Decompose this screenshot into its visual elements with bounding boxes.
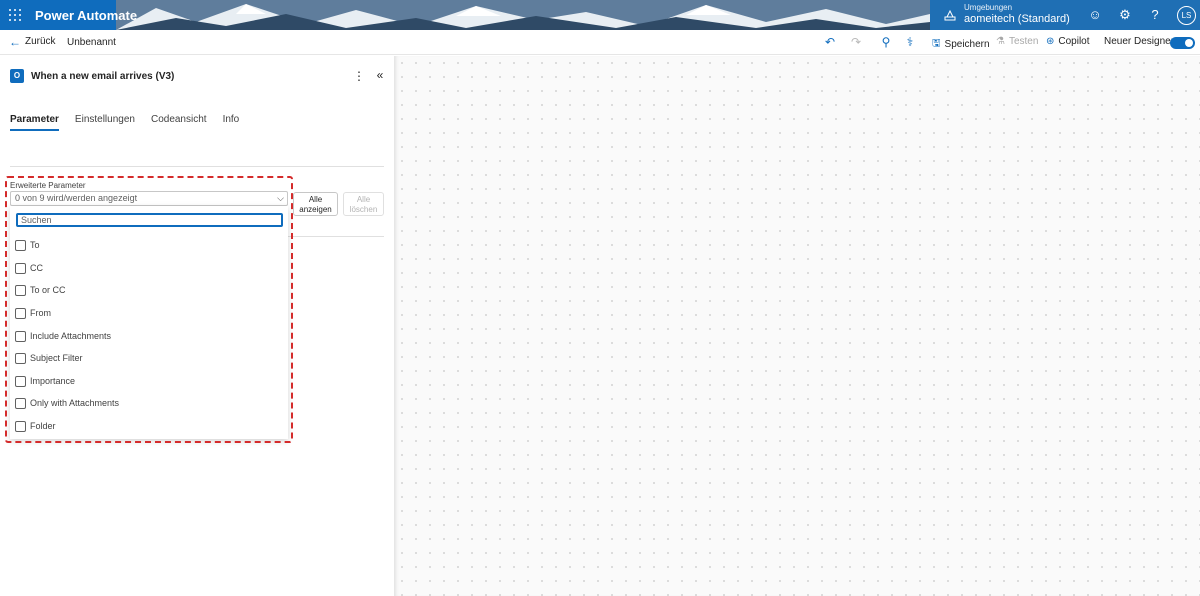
annotation-highlight-box xyxy=(5,176,293,443)
tab-codeansicht[interactable]: Codeansicht xyxy=(151,114,207,131)
test-button[interactable]: ⚗ Testen xyxy=(996,36,1038,47)
stethoscope-icon[interactable]: ⚕ xyxy=(903,35,917,49)
back-label: Zurück xyxy=(25,36,56,47)
clear-all-button[interactable]: Alle löschen xyxy=(343,192,384,216)
collapse-panel-icon[interactable]: « xyxy=(374,69,386,81)
tab-parameter[interactable]: Parameter xyxy=(10,114,59,131)
app-header: Power Automate Umgebungen aomeitech (Sta… xyxy=(0,0,1200,30)
app-launcher-icon[interactable] xyxy=(9,9,21,21)
flow-checker-icon[interactable]: ⚲ xyxy=(879,35,893,49)
tab-info[interactable]: Info xyxy=(223,114,240,131)
show-all-button[interactable]: Alle anzeigen xyxy=(293,192,338,216)
feedback-icon[interactable]: ☺ xyxy=(1088,8,1102,22)
copilot-icon: ⊛ xyxy=(1046,36,1055,47)
new-designer-label: Neuer Designer xyxy=(1104,36,1175,47)
clear-all-label-line2: löschen xyxy=(349,205,378,214)
show-all-label-line1: Alle xyxy=(308,195,323,204)
panel-tabs: Parameter Einstellungen Codeansicht Info xyxy=(10,114,255,131)
clear-all-label-line1: Alle xyxy=(356,195,371,204)
more-options-icon[interactable]: ⋮ xyxy=(353,70,365,82)
help-icon[interactable]: ? xyxy=(1148,8,1162,22)
environment-icon xyxy=(944,9,956,21)
copilot-label: Copilot xyxy=(1058,36,1090,47)
save-icon: 🖫 xyxy=(932,38,941,49)
save-button[interactable]: 🖫 Speichern xyxy=(932,36,990,53)
trigger-panel: O When a new email arrives (V3) ⋮ « Para… xyxy=(0,56,394,596)
divider xyxy=(10,166,384,167)
header-banner-image xyxy=(116,0,930,30)
avatar[interactable]: LS xyxy=(1177,6,1196,25)
back-button[interactable]: ← Zurück xyxy=(9,34,56,49)
brand-title[interactable]: Power Automate xyxy=(35,8,137,23)
environment-label: Umgebungen xyxy=(964,3,1013,12)
undo-icon[interactable]: ↶ xyxy=(823,35,837,49)
trigger-title[interactable]: When a new email arrives (V3) xyxy=(31,71,174,82)
flow-name[interactable]: Unbenannt xyxy=(67,37,116,48)
tab-einstellungen[interactable]: Einstellungen xyxy=(75,114,135,131)
copilot-button[interactable]: ⊛ Copilot xyxy=(1046,36,1090,47)
command-bar: ← Zurück Unbenannt ↶ ↷ ⚲ ⚕ 🖫 Speichern ⚗… xyxy=(0,30,1200,55)
arrow-left-icon: ← xyxy=(9,34,21,49)
redo-icon[interactable]: ↷ xyxy=(849,35,863,49)
new-designer-toggle[interactable] xyxy=(1170,37,1195,49)
save-label: Speichern xyxy=(944,39,990,50)
show-all-label-line2: anzeigen xyxy=(299,205,332,214)
designer-canvas[interactable] xyxy=(394,56,1200,596)
environment-name: aomeitech (Standard) xyxy=(964,13,1070,25)
test-label: Testen xyxy=(1008,36,1039,47)
flask-icon: ⚗ xyxy=(996,36,1005,47)
outlook-icon: O xyxy=(10,69,24,83)
settings-gear-icon[interactable]: ⚙ xyxy=(1118,8,1132,22)
